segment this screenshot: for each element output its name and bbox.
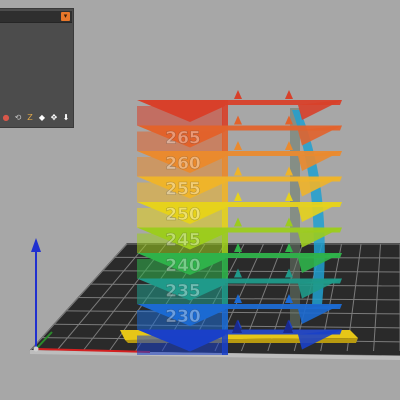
arrow-down-icon[interactable]: ⬇ bbox=[61, 112, 71, 123]
object-icon[interactable]: ● bbox=[1, 112, 11, 123]
temperature-label: 245 bbox=[165, 231, 201, 251]
temperature-label: 240 bbox=[165, 256, 201, 276]
tower-body bbox=[137, 106, 223, 126]
move-icon[interactable]: ✥ bbox=[49, 112, 59, 123]
temperature-label: 260 bbox=[165, 154, 201, 174]
rotate-icon[interactable]: ⟲ bbox=[13, 112, 23, 123]
panel-toolbar: ● ⟲ Z ◆ ✥ ⬇ bbox=[0, 110, 73, 125]
support-frame-right bbox=[290, 108, 300, 328]
temperature-label: 230 bbox=[165, 307, 201, 327]
object-dropdown[interactable]: ▾ bbox=[0, 11, 72, 23]
temperature-label: 250 bbox=[165, 205, 201, 225]
temperature-label: 235 bbox=[165, 282, 201, 302]
chevron-down-icon[interactable]: ▾ bbox=[61, 12, 70, 21]
cube-view-icon[interactable]: ◆ bbox=[37, 112, 47, 123]
tower-body bbox=[137, 335, 223, 355]
temperature-label: 255 bbox=[165, 180, 201, 200]
scale-icon[interactable]: Z bbox=[25, 112, 35, 123]
temperature-label: 265 bbox=[165, 129, 201, 149]
axis-origin bbox=[33, 346, 39, 352]
side-panel: ▾ ● ⟲ Z ◆ ✥ ⬇ bbox=[0, 8, 74, 128]
